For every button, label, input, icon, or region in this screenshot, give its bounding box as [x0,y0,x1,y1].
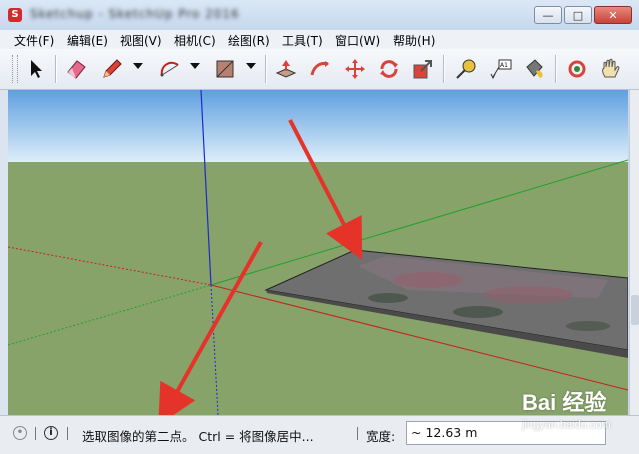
rotate-icon [380,60,398,78]
select-tool[interactable] [22,55,50,83]
rotate-tool[interactable] [375,55,403,83]
svg-text:A1: A1 [500,62,508,69]
orbit-icon [568,60,586,78]
status-message: 选取图像的第二点。 Ctrl = 将图像居中... [82,429,314,444]
left-frame [0,90,8,415]
paint-bucket-icon [526,59,543,78]
eraser-tool[interactable] [62,55,90,83]
menu-bar: 文件(F) 编辑(E) 视图(V) 相机(C) 绘图(R) 工具(T) 窗口(W… [0,30,639,50]
pan-icon [602,58,620,78]
title-bar: S Sketchup - SketchUp Pro 2016 — □ ✕ [0,0,639,31]
pencil-tool[interactable] [98,55,126,83]
measurement-label: 宽度: [366,429,396,444]
window-title: Sketchup - SketchUp Pro 2016 [30,7,240,21]
rectangle-tool[interactable] [211,55,239,83]
pencil-dropdown-icon[interactable] [133,63,143,69]
pan-tool[interactable] [596,55,624,83]
baidu-watermark: Bai 经验 jingyan.baidu.com [522,385,637,437]
move-icon [345,59,365,79]
arc-dropdown-icon[interactable] [190,63,200,69]
select-icon [31,60,42,78]
status-divider [357,427,358,440]
toolbar-separator [265,55,267,83]
eraser-icon [67,60,86,79]
tape-measure-icon [456,59,476,79]
info-icon[interactable]: i [44,426,58,440]
orbit-tool[interactable] [563,55,591,83]
menu-file[interactable]: 文件(F) [14,32,54,49]
toolbar-separator [555,55,557,83]
rectangle-icon [216,60,234,78]
menu-help[interactable]: 帮助(H) [393,32,435,49]
toolbar-grip[interactable] [12,55,18,83]
pencil-icon [103,59,122,78]
arc-tool[interactable] [156,55,184,83]
push-pull-tool[interactable] [272,55,300,83]
scroll-thumb[interactable] [631,295,639,325]
menu-window[interactable]: 窗口(W) [335,32,380,49]
text-tool[interactable]: A1 [487,55,515,83]
toolbar-separator [443,55,445,83]
status-divider [67,427,68,440]
modeling-viewport[interactable] [8,90,628,415]
vertical-scrollbar[interactable] [629,90,639,415]
menu-edit[interactable]: 编辑(E) [67,32,108,49]
toolbar: A1 [0,49,639,90]
move-tool[interactable] [341,55,369,83]
push-pull-icon [275,60,297,78]
status-divider [35,427,36,440]
arc-icon [160,61,179,77]
menu-camera[interactable]: 相机(C) [174,32,216,49]
tape-measure-tool[interactable] [452,55,480,83]
scale-icon [413,60,432,79]
watermark-url: jingyan.baidu.com [522,419,611,431]
toolbar-separator [55,55,57,83]
menu-draw[interactable]: 绘图(R) [228,32,270,49]
text-icon: A1 [490,59,512,80]
follow-me-icon [310,61,329,76]
menu-view[interactable]: 视图(V) [120,32,162,49]
scale-tool[interactable] [409,55,437,83]
rectangle-dropdown-icon[interactable] [246,63,256,69]
paint-bucket-tool[interactable] [520,55,548,83]
scene-drawing [8,90,628,415]
watermark-logo: Bai 经验 [522,390,607,415]
minimize-button[interactable]: — [534,6,562,24]
menu-tools[interactable]: 工具(T) [282,32,323,49]
follow-me-tool[interactable] [306,55,334,83]
close-button[interactable]: ✕ [594,6,632,24]
maximize-button[interactable]: □ [564,6,592,24]
sketchup-logo-icon: S [8,8,22,22]
sky [8,90,628,162]
geolocation-icon[interactable]: • [13,426,27,440]
